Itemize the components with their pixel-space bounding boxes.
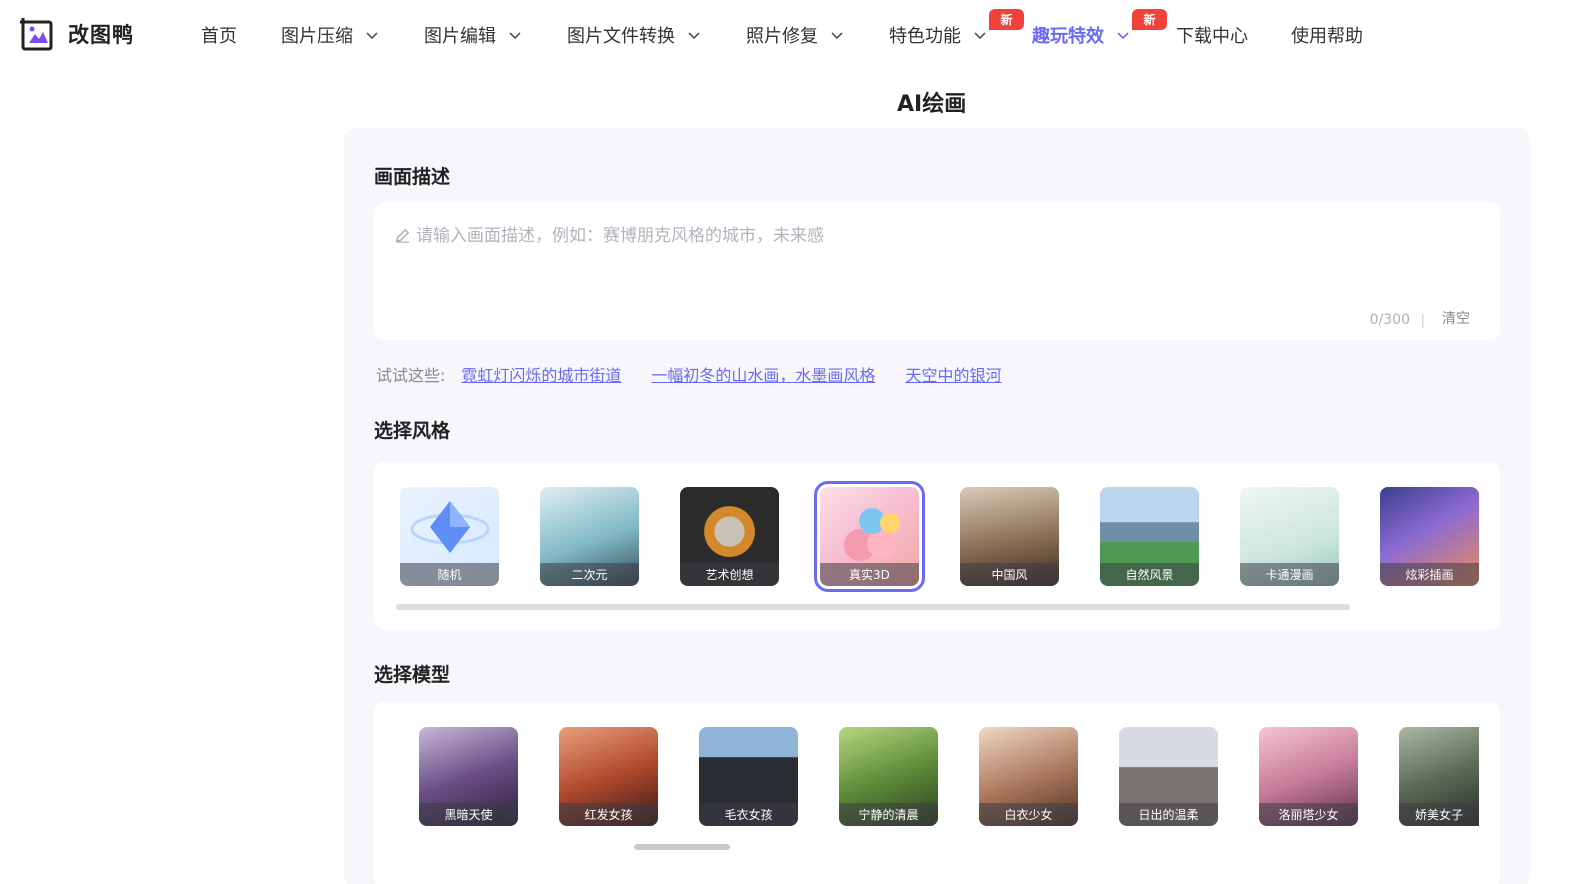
- suggestion-link[interactable]: 霓虹灯闪烁的城市街道: [461, 362, 621, 386]
- model-label: 红发女孩: [559, 803, 658, 826]
- style-card-art[interactable]: 艺术创想: [680, 487, 779, 586]
- char-counter: 0/300: [1369, 312, 1410, 328]
- model-card-dark-angel[interactable]: 黑暗天使: [419, 727, 518, 826]
- chevron-down-icon: [509, 32, 521, 40]
- model-section-title: 选择模型: [374, 664, 451, 686]
- model-label: 日出的温柔: [1119, 803, 1218, 826]
- suggestion-link[interactable]: 天空中的银河: [905, 362, 1001, 386]
- style-card-chinese[interactable]: 中国风: [960, 487, 1059, 586]
- prompt-input[interactable]: [392, 220, 1472, 252]
- nav-label: 特色功能: [889, 26, 961, 47]
- model-label: 毛衣女孩: [699, 803, 798, 826]
- model-card-lolita[interactable]: 洛丽塔少女: [1259, 727, 1358, 826]
- nav-label: 趣玩特效: [1032, 26, 1104, 47]
- nav-label: 照片修复: [746, 26, 818, 47]
- model-card-red-hair[interactable]: 红发女孩: [559, 727, 658, 826]
- style-section-title: 选择风格: [374, 420, 451, 442]
- model-label: 洛丽塔少女: [1259, 803, 1358, 826]
- new-badge: 新: [1132, 9, 1167, 30]
- brand-logo[interactable]: 改图鸭: [20, 16, 134, 52]
- clear-button[interactable]: 清空: [1442, 308, 1470, 328]
- nav-label: 使用帮助: [1291, 26, 1363, 47]
- nav-special-features[interactable]: 特色功能: [889, 22, 987, 48]
- model-card-charming[interactable]: 娇美女子: [1399, 727, 1479, 826]
- nav-label: 图片编辑: [424, 26, 496, 47]
- model-label: 白衣少女: [979, 803, 1078, 826]
- nav-label: 图片文件转换: [567, 26, 675, 47]
- suggestions-label: 试试这些:: [376, 366, 446, 385]
- style-label: 二次元: [540, 563, 639, 586]
- style-label: 卡通漫画: [1240, 563, 1339, 586]
- model-card-sunrise[interactable]: 日出的温柔: [1119, 727, 1218, 826]
- style-label: 真实3D: [820, 563, 919, 586]
- prompt-section-title: 画面描述: [374, 166, 451, 188]
- new-badge: 新: [989, 9, 1024, 30]
- style-card-box: 随机 二次元 艺术创想 真实3D 中国风 自然风景 卡通漫画 炫彩插画: [374, 462, 1500, 630]
- model-card-white-dress[interactable]: 白衣少女: [979, 727, 1078, 826]
- chevron-down-icon: [831, 32, 843, 40]
- suggestions-row: 试试这些: 霓虹灯闪烁的城市街道 一幅初冬的山水画，水墨画风格 天空中的银河: [376, 362, 1031, 386]
- style-card-real-3d[interactable]: 真实3D: [814, 481, 925, 592]
- nav-image-edit[interactable]: 图片编辑: [424, 22, 522, 48]
- style-label: 艺术创想: [680, 563, 779, 586]
- chevron-down-icon: [1117, 32, 1129, 40]
- style-card-nature[interactable]: 自然风景: [1100, 487, 1199, 586]
- chevron-down-icon: [974, 32, 986, 40]
- model-scrollbar[interactable]: [634, 844, 730, 850]
- ai-drawing-panel: 画面描述 0/300 | 清空 试试这些: 霓虹灯闪烁的城市街道 一幅初冬的山水…: [344, 128, 1530, 884]
- chevron-down-icon: [688, 32, 700, 40]
- model-label: 黑暗天使: [419, 803, 518, 826]
- style-label: 自然风景: [1100, 563, 1199, 586]
- nav-label: 首页: [201, 26, 237, 47]
- counter-separator: |: [1420, 313, 1425, 328]
- prompt-box: 0/300 | 清空: [374, 202, 1500, 340]
- top-header: 改图鸭 首页 图片压缩 图片编辑 图片文件转换 照片修复 特色功能 新 趣玩特效: [0, 0, 1588, 70]
- style-scrollbar[interactable]: [396, 604, 1350, 610]
- style-label: 随机: [400, 563, 499, 586]
- logo-icon: [20, 16, 56, 52]
- style-card-anime[interactable]: 二次元: [540, 487, 639, 586]
- nav-home[interactable]: 首页: [201, 22, 237, 48]
- model-card-sweater[interactable]: 毛衣女孩: [699, 727, 798, 826]
- page-title: AI绘画: [897, 92, 967, 117]
- nav-image-compress[interactable]: 图片压缩: [281, 22, 379, 48]
- model-label: 宁静的清晨: [839, 803, 938, 826]
- style-card-random[interactable]: 随机: [400, 487, 499, 586]
- nav-photo-restore[interactable]: 照片修复: [746, 22, 844, 48]
- nav-label: 图片压缩: [281, 26, 353, 47]
- nav-fun-effects[interactable]: 趣玩特效: [1032, 22, 1130, 48]
- model-card-quiet-morning[interactable]: 宁静的清晨: [839, 727, 938, 826]
- nav-help[interactable]: 使用帮助: [1291, 22, 1363, 48]
- nav-file-convert[interactable]: 图片文件转换: [567, 22, 701, 48]
- style-label: 中国风: [960, 563, 1059, 586]
- model-card-box: 黑暗天使 红发女孩 毛衣女孩 宁静的清晨 白衣少女 日出的温柔 洛丽塔少女 娇美…: [374, 702, 1500, 884]
- style-card-cartoon[interactable]: 卡通漫画: [1240, 487, 1339, 586]
- model-label: 娇美女子: [1399, 803, 1479, 826]
- nav-label: 下载中心: [1176, 26, 1248, 47]
- suggestion-link[interactable]: 一幅初冬的山水画，水墨画风格: [651, 362, 875, 386]
- nav-download-center[interactable]: 下载中心: [1176, 22, 1248, 48]
- chevron-down-icon: [366, 32, 378, 40]
- brand-name: 改图鸭: [68, 23, 134, 47]
- style-label: 炫彩插画: [1380, 563, 1479, 586]
- style-card-colorful[interactable]: 炫彩插画: [1380, 487, 1479, 586]
